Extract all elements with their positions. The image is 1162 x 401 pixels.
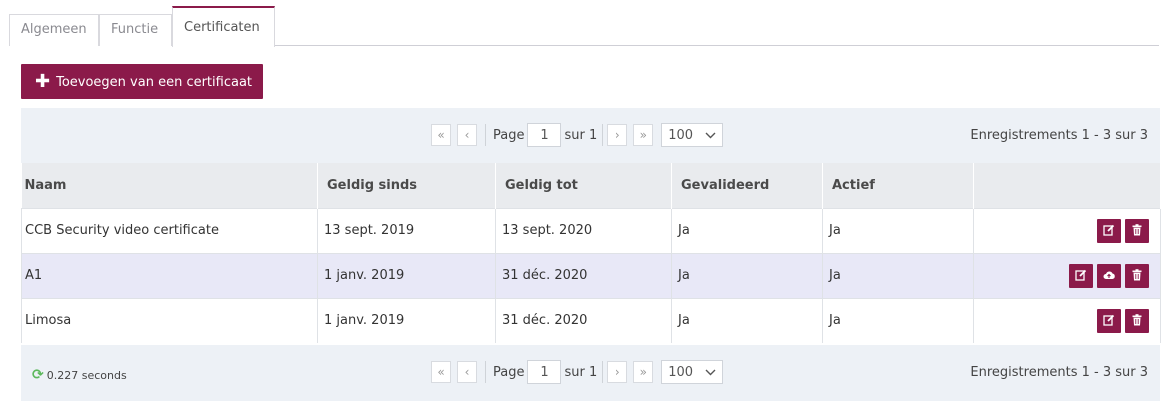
cell-gevalideerd: Ja (671, 207, 823, 253)
cell-actions (973, 207, 1161, 253)
page-input[interactable] (527, 360, 562, 384)
certificates-grid: « ‹ Page sur 1 › » 100 Enregistrements 1… (21, 108, 1161, 401)
first-page-button[interactable]: « (431, 124, 451, 146)
plus-icon: ✚ (35, 71, 51, 92)
column-header-actions (973, 163, 1161, 208)
table-header-row: Naam Geldig sinds Geldig tot Gevalideerd… (21, 163, 1161, 208)
tab-bar: Algemeen Functie Certificaten (9, 6, 1159, 47)
cell-actief: Ja (822, 207, 974, 253)
last-page-button[interactable]: » (633, 361, 654, 383)
cell-geldig-tot: 13 sept. 2020 (495, 207, 672, 253)
cell-geldig-sinds: 13 sept. 2019 (317, 207, 496, 253)
cell-geldig-tot: 31 déc. 2020 (495, 297, 672, 343)
page-size-select[interactable]: 100 (661, 123, 724, 147)
table-row[interactable]: A1 1 janv. 2019 31 déc. 2020 Ja Ja (21, 252, 1161, 298)
tab-algemeen[interactable]: Algemeen (9, 14, 99, 46)
timing-text: 0.227 seconds (46, 368, 127, 382)
cell-actions (973, 252, 1161, 298)
trash-icon (1132, 268, 1142, 280)
page-size-select[interactable]: 100 (661, 360, 724, 384)
refresh-icon[interactable]: ⟳ (32, 367, 44, 383)
chevron-down-icon (705, 365, 716, 380)
cell-gevalideerd: Ja (671, 297, 823, 343)
first-page-button[interactable]: « (431, 361, 451, 383)
delete-button[interactable] (1125, 308, 1149, 333)
cell-geldig-sinds: 1 janv. 2019 (317, 252, 496, 298)
add-certificate-button[interactable]: ✚ Toevoegen van een certificaat (21, 64, 263, 99)
edit-button[interactable] (1097, 218, 1121, 243)
load-timing: ⟳ 0.227 seconds (32, 367, 127, 383)
column-header-actief[interactable]: Actief (822, 163, 974, 208)
divider (602, 124, 604, 146)
last-page-button[interactable]: » (633, 124, 654, 146)
cell-actions (973, 297, 1161, 343)
cell-actief: Ja (822, 297, 974, 343)
certificates-table: Naam Geldig sinds Geldig tot Gevalideerd… (21, 163, 1161, 343)
edit-icon (1103, 314, 1115, 326)
cell-naam: Limosa (21, 297, 318, 343)
next-page-button[interactable]: › (607, 124, 628, 146)
trash-icon (1132, 313, 1142, 326)
cell-geldig-sinds: 1 janv. 2019 (317, 297, 496, 343)
edit-button[interactable] (1097, 308, 1121, 333)
cell-naam: CCB Security video certificate (21, 207, 318, 253)
records-count: Enregistrements 1 - 3 sur 3 (970, 365, 1148, 380)
cell-naam: A1 (21, 252, 318, 298)
divider (485, 124, 486, 146)
add-certificate-label: Toevoegen van een certificaat (56, 75, 253, 90)
page-label: Page (493, 127, 525, 143)
page-size-value: 100 (668, 364, 694, 380)
column-header-naam[interactable]: Naam (21, 163, 318, 208)
divider (602, 361, 604, 383)
pagination-controls: « ‹ Page sur 1 › » 100 (431, 360, 724, 384)
cell-geldig-tot: 31 déc. 2020 (495, 252, 672, 298)
column-header-gevalideerd[interactable]: Gevalideerd (671, 163, 823, 208)
pager-bottom: ⟳ 0.227 seconds « ‹ Page sur 1 › » 100 E… (21, 345, 1160, 401)
cell-gevalideerd: Ja (671, 252, 823, 298)
trash-icon (1132, 223, 1142, 235)
page-total-label: sur 1 (564, 127, 598, 143)
tab-functie[interactable]: Functie (99, 14, 172, 46)
page-input[interactable] (527, 123, 562, 147)
upload-button[interactable] (1097, 263, 1121, 288)
delete-button[interactable] (1125, 263, 1149, 288)
page-label: Page (493, 364, 525, 380)
cell-actief: Ja (822, 252, 974, 298)
tab-certificaten[interactable]: Certificaten (172, 6, 275, 47)
edit-icon (1103, 224, 1115, 236)
cloud-upload-icon (1103, 271, 1115, 279)
column-header-geldig-tot[interactable]: Geldig tot (495, 163, 672, 208)
edit-button[interactable] (1069, 263, 1093, 288)
chevron-down-icon (705, 128, 716, 143)
page-total-label: sur 1 (564, 364, 598, 380)
pager-top: « ‹ Page sur 1 › » 100 Enregistrements 1… (21, 108, 1160, 163)
prev-page-button[interactable]: ‹ (457, 361, 477, 383)
delete-button[interactable] (1125, 218, 1149, 243)
pagination-controls: « ‹ Page sur 1 › » 100 (431, 123, 724, 147)
column-header-geldig-sinds[interactable]: Geldig sinds (317, 163, 496, 208)
prev-page-button[interactable]: ‹ (457, 124, 477, 146)
table-row[interactable]: CCB Security video certificate 13 sept. … (21, 207, 1161, 253)
page-size-value: 100 (668, 127, 694, 143)
edit-icon (1075, 269, 1087, 281)
records-count: Enregistrements 1 - 3 sur 3 (970, 128, 1148, 143)
next-page-button[interactable]: › (607, 361, 628, 383)
divider (485, 361, 486, 383)
table-row[interactable]: Limosa 1 janv. 2019 31 déc. 2020 Ja Ja (21, 297, 1161, 343)
